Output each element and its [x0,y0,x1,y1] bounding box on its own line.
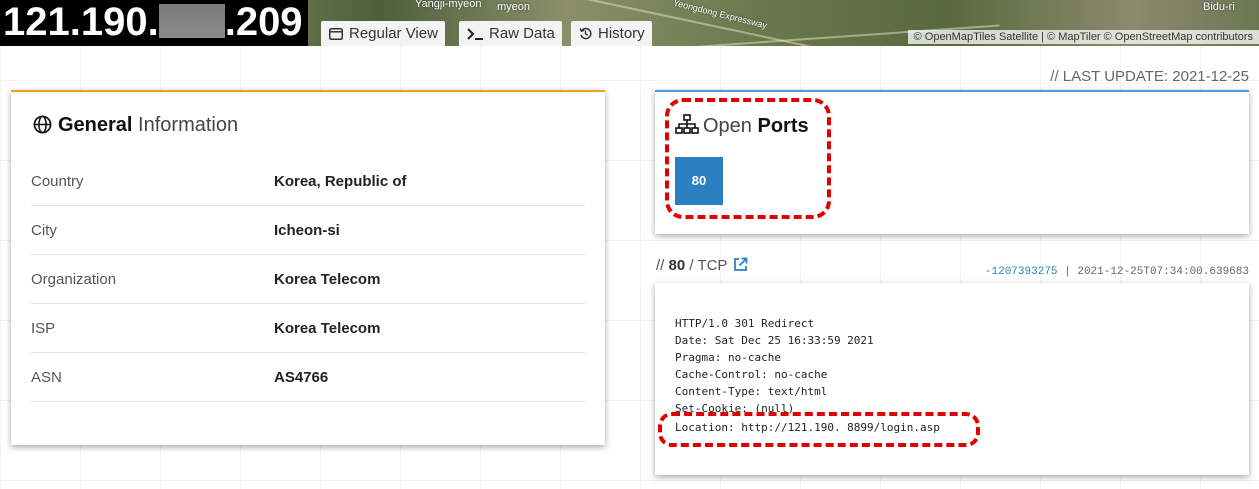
tab-label: Raw Data [489,25,555,42]
map-place-label: Bidu-ri [1203,1,1235,13]
highlight-annotation [665,98,831,219]
highlight-annotation [658,412,980,447]
info-value: Korea Telecom [274,320,381,337]
redacted-block [158,4,225,38]
info-row-country: Country Korea, Republic of [31,157,585,206]
info-row-isp: ISP Korea Telecom [31,304,585,353]
service-timestamp: 2021-12-25T07:34:00.639683 [1077,266,1249,278]
banner-hash-link[interactable]: -1207393275 [985,266,1058,278]
info-row-city: City Icheon-si [31,206,585,255]
service-slashes: // [656,257,665,274]
info-label: Organization [31,271,117,288]
banner-line: HTTP/1.0 301 Redirect [675,317,815,330]
info-value: Korea Telecom [274,271,381,288]
banner-line: Pragma: no-cache [675,351,781,364]
history-icon [579,21,592,46]
map-attribution[interactable]: © OpenMapTiles Satellite | © MapTiler © … [907,30,1259,44]
info-row-asn: ASN AS4766 [31,353,585,402]
panel-title-light: Information [138,114,239,136]
terminal-icon [467,21,483,46]
info-value: AS4766 [274,369,329,386]
service-meta: -1207393275 | 2021-12-25T07:34:00.639683 [985,266,1249,278]
info-value: Korea, Republic of [274,173,407,190]
browser-window-icon [329,21,343,46]
ip-address-title: 121.190. .209 [0,0,308,46]
service-port: 80 [668,257,686,274]
info-label: City [31,222,57,239]
info-label: ISP [31,320,56,337]
map-place-label: myeon [497,1,531,13]
last-update: // LAST UPDATE: 2021-12-25 [1050,68,1249,85]
panel-title-bold: General [58,114,133,136]
map-place-label: Yangji-myeon [415,0,482,10]
service-protocol: / TCP [689,257,728,274]
meta-separator: | [1064,266,1071,278]
tab-regular-view[interactable]: Regular View [321,21,445,46]
ip-address-part: .209 [224,0,303,44]
tab-label: Regular View [349,25,438,42]
general-information-panel: General Information Country Korea, Repub… [11,90,605,445]
service-heading: // 80 / TCP [656,257,748,276]
globe-icon [33,115,52,140]
info-value: Icheon-si [274,222,340,239]
ip-address-part: 121.190. [3,0,159,44]
banner-line: Date: Sat Dec 25 16:33:59 2021 [675,334,874,347]
info-label: Country [31,173,84,190]
external-link-icon[interactable] [733,257,748,276]
tab-raw-data[interactable]: Raw Data [459,21,562,46]
info-label: ASN [31,369,62,386]
tab-history[interactable]: History [571,21,652,46]
banner-line: Cache-Control: no-cache [675,368,828,381]
tab-label: History [598,25,645,42]
banner-line: Content-Type: text/html [675,385,828,398]
panel-title: General Information [33,114,238,140]
info-row-organization: Organization Korea Telecom [31,255,585,304]
